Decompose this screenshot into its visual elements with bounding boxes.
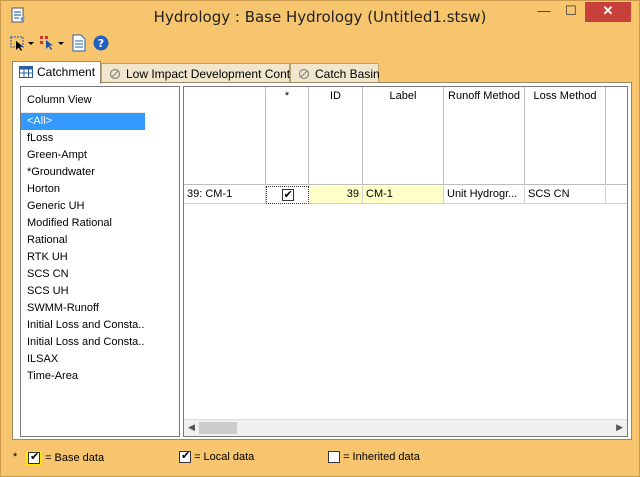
table-icon bbox=[19, 66, 33, 78]
legend-inherited-label: = Inherited data bbox=[343, 451, 420, 463]
column-header-id[interactable]: ID bbox=[309, 87, 363, 185]
tab-strip: Catchment Low Impact Development Control… bbox=[12, 61, 632, 84]
column-header-label[interactable]: Label bbox=[363, 87, 444, 185]
tab-label: Low Impact Development Control bbox=[126, 67, 304, 81]
checkbox[interactable] bbox=[281, 187, 294, 203]
app-window: Hydrology : Base Hydrology (Untitled1.st… bbox=[0, 0, 640, 477]
list-item[interactable]: ILSAX bbox=[21, 351, 145, 368]
scroll-right-icon[interactable]: ▶ bbox=[616, 422, 623, 433]
svg-text:?: ? bbox=[98, 37, 104, 50]
loss-method-cell[interactable]: SCS CN bbox=[525, 186, 606, 204]
list-item[interactable]: Initial Loss and Consta... bbox=[21, 334, 145, 351]
scroll-thumb[interactable] bbox=[199, 422, 237, 434]
legend-inherited: = Inherited data bbox=[328, 451, 420, 464]
pointer-select-icon[interactable] bbox=[39, 34, 57, 52]
column-header-extra[interactable] bbox=[606, 87, 627, 185]
column-header-star[interactable]: * bbox=[266, 87, 309, 185]
column-view-list[interactable]: Column View <All> fLoss Green-Ampt *Grou… bbox=[20, 86, 180, 437]
checkbox-checked-icon bbox=[28, 450, 40, 465]
legend-local-label: = Local data bbox=[194, 451, 255, 463]
extra-cell[interactable] bbox=[606, 186, 627, 204]
help-icon[interactable]: ? bbox=[92, 34, 110, 52]
base-data-swatch bbox=[26, 450, 42, 466]
select-icon[interactable] bbox=[9, 34, 27, 52]
legend-base-label: = Base data bbox=[45, 451, 105, 464]
base-data-checkbox-cell[interactable] bbox=[266, 186, 309, 204]
runoff-method-cell[interactable]: Unit Hydrogr... bbox=[444, 186, 525, 204]
tab-label: Catch Basin bbox=[315, 67, 380, 81]
list-item[interactable]: SCS CN bbox=[21, 266, 145, 283]
list-item[interactable]: Horton bbox=[21, 181, 145, 198]
list-item[interactable]: SCS UH bbox=[21, 283, 145, 300]
maximize-button[interactable]: ☐ bbox=[558, 2, 584, 22]
list-item[interactable]: SWMM-Runoff bbox=[21, 300, 145, 317]
list-item[interactable]: *Groundwater bbox=[21, 164, 145, 181]
list-item[interactable]: fLoss bbox=[21, 130, 145, 147]
dropdown-arrow-icon[interactable] bbox=[27, 34, 35, 52]
tab-panel: Column View <All> fLoss Green-Ampt *Grou… bbox=[12, 82, 632, 440]
list-item[interactable]: Initial Loss and Consta... bbox=[21, 317, 145, 334]
list-item[interactable]: RTK UH bbox=[21, 249, 145, 266]
close-button[interactable]: ✕ bbox=[585, 2, 631, 22]
column-header-runoff-method[interactable]: Runoff Method bbox=[444, 87, 525, 185]
horizontal-scrollbar[interactable]: ◀ ▶ bbox=[184, 419, 627, 436]
list-item[interactable]: Generic UH bbox=[21, 198, 145, 215]
no-entry-icon bbox=[298, 68, 310, 80]
column-view-header: Column View bbox=[21, 87, 145, 113]
list-item[interactable]: <All> bbox=[21, 113, 145, 130]
tab-low-impact-development-control[interactable]: Low Impact Development Control bbox=[101, 63, 303, 83]
tab-catchment[interactable]: Catchment bbox=[12, 61, 101, 84]
column-header-loss-method[interactable]: Loss Method bbox=[525, 87, 606, 185]
title-bar[interactable]: Hydrology : Base Hydrology (Untitled1.st… bbox=[1, 1, 639, 31]
list-item[interactable]: Rational bbox=[21, 232, 145, 249]
tab-label: Catchment bbox=[37, 65, 96, 79]
dropdown-arrow-icon[interactable] bbox=[57, 34, 65, 52]
minimize-button[interactable]: — bbox=[531, 2, 557, 22]
id-cell[interactable]: 39 bbox=[309, 186, 363, 204]
checkbox-checked-icon bbox=[179, 449, 191, 464]
list-item[interactable]: Modified Rational bbox=[21, 215, 145, 232]
tab-catch-basin[interactable]: Catch Basin bbox=[290, 63, 380, 83]
legend-base: = Base data bbox=[26, 450, 105, 466]
legend-star: * bbox=[13, 451, 18, 463]
scroll-left-icon[interactable]: ◀ bbox=[188, 422, 195, 433]
checkbox-empty-icon bbox=[328, 451, 340, 464]
row-header-cell[interactable]: 39: CM-1 bbox=[184, 186, 266, 204]
list-item[interactable]: Time-Area bbox=[21, 368, 145, 385]
label-cell[interactable]: CM-1 bbox=[363, 186, 444, 204]
document-icon[interactable] bbox=[70, 34, 88, 52]
column-header-row bbox=[184, 87, 266, 185]
list-item[interactable]: Green-Ampt bbox=[21, 147, 145, 164]
toolbar: ? bbox=[6, 33, 206, 53]
legend-local: = Local data bbox=[179, 449, 255, 464]
catchment-grid[interactable]: * ID Label Runoff Method Loss Method 39:… bbox=[183, 86, 628, 437]
no-entry-icon bbox=[109, 68, 121, 80]
legend-bar: * = Base data = Local data = Inherited d… bbox=[1, 446, 639, 470]
